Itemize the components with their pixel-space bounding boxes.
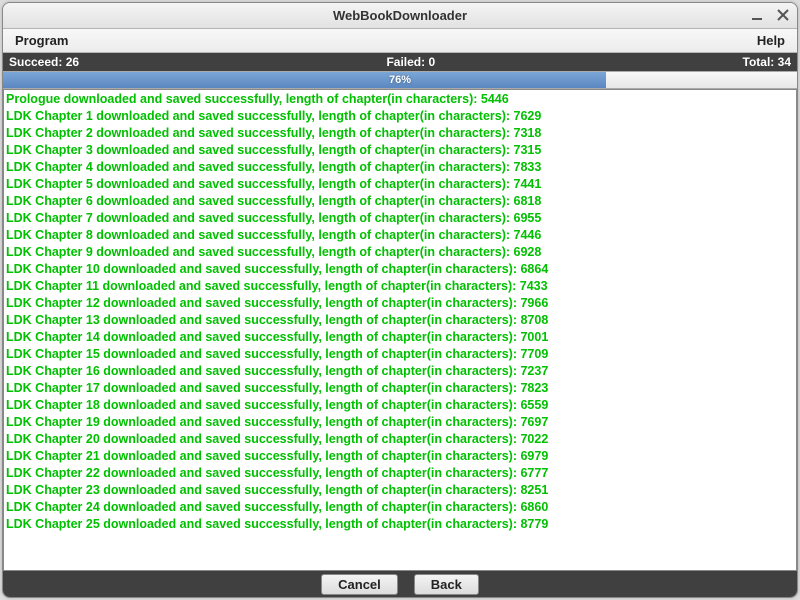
log-line: LDK Chapter 8 downloaded and saved succe…: [6, 227, 794, 244]
log-line: LDK Chapter 15 downloaded and saved succ…: [6, 346, 794, 363]
log-line: LDK Chapter 18 downloaded and saved succ…: [6, 397, 794, 414]
log-line: LDK Chapter 17 downloaded and saved succ…: [6, 380, 794, 397]
close-icon: [777, 9, 789, 21]
log-line: LDK Chapter 22 downloaded and saved succ…: [6, 465, 794, 482]
status-bar: Succeed: 26 Failed: 0 Total: 34: [3, 53, 797, 71]
progress-bar: 76%: [3, 71, 797, 89]
log-line: LDK Chapter 20 downloaded and saved succ…: [6, 431, 794, 448]
back-button[interactable]: Back: [414, 574, 479, 595]
log-line: LDK Chapter 16 downloaded and saved succ…: [6, 363, 794, 380]
log-line: LDK Chapter 6 downloaded and saved succe…: [6, 193, 794, 210]
log-line: LDK Chapter 21 downloaded and saved succ…: [6, 448, 794, 465]
menubar: Program Help: [3, 29, 797, 53]
log-line: LDK Chapter 5 downloaded and saved succe…: [6, 176, 794, 193]
bottom-bar: Cancel Back: [3, 571, 797, 597]
log-line: LDK Chapter 23 downloaded and saved succ…: [6, 482, 794, 499]
log-output[interactable]: Prologue downloaded and saved successful…: [3, 89, 797, 571]
minimize-button[interactable]: [749, 7, 765, 23]
menu-program[interactable]: Program: [11, 31, 72, 50]
log-line: LDK Chapter 25 downloaded and saved succ…: [6, 516, 794, 533]
log-line: LDK Chapter 4 downloaded and saved succe…: [6, 159, 794, 176]
log-line: LDK Chapter 10 downloaded and saved succ…: [6, 261, 794, 278]
status-succeed: Succeed: 26: [9, 55, 79, 69]
close-button[interactable]: [775, 7, 791, 23]
log-line: LDK Chapter 19 downloaded and saved succ…: [6, 414, 794, 431]
log-line: LDK Chapter 2 downloaded and saved succe…: [6, 125, 794, 142]
cancel-button[interactable]: Cancel: [321, 574, 398, 595]
log-line: LDK Chapter 24 downloaded and saved succ…: [6, 499, 794, 516]
log-line: LDK Chapter 7 downloaded and saved succe…: [6, 210, 794, 227]
status-failed: Failed: 0: [386, 55, 435, 69]
window-controls: [749, 7, 791, 23]
minimize-icon: [751, 9, 763, 21]
titlebar: WebBookDownloader: [3, 3, 797, 29]
window-title: WebBookDownloader: [333, 8, 467, 23]
app-window: WebBookDownloader Program Help Succeed: …: [2, 2, 798, 598]
log-line: LDK Chapter 14 downloaded and saved succ…: [6, 329, 794, 346]
progress-label: 76%: [3, 72, 797, 88]
log-line: LDK Chapter 3 downloaded and saved succe…: [6, 142, 794, 159]
log-line: LDK Chapter 13 downloaded and saved succ…: [6, 312, 794, 329]
log-line: LDK Chapter 1 downloaded and saved succe…: [6, 108, 794, 125]
menu-help[interactable]: Help: [753, 31, 789, 50]
log-line: Prologue downloaded and saved successful…: [6, 91, 794, 108]
log-line: LDK Chapter 12 downloaded and saved succ…: [6, 295, 794, 312]
status-total: Total: 34: [743, 55, 791, 69]
log-line: LDK Chapter 11 downloaded and saved succ…: [6, 278, 794, 295]
log-line: LDK Chapter 9 downloaded and saved succe…: [6, 244, 794, 261]
